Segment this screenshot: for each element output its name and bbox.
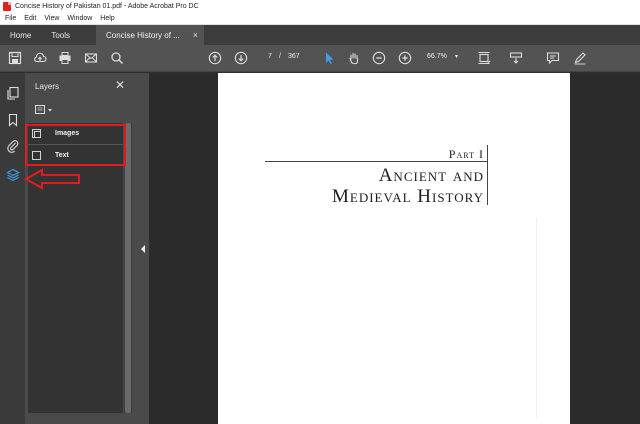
panel-splitter[interactable] [137, 73, 149, 424]
menu-edit[interactable]: Edit [24, 15, 36, 22]
panel-close-icon[interactable]: ✕ [115, 78, 125, 92]
scrollbar-thumb[interactable] [125, 123, 131, 413]
page-down-icon[interactable] [233, 50, 249, 66]
comment-icon[interactable] [545, 50, 561, 66]
annotation-highlight-box [25, 124, 126, 166]
hand-icon[interactable] [346, 50, 362, 66]
tab-document-label: Concise History of ... [106, 30, 180, 40]
select-cursor-icon[interactable] [321, 50, 337, 66]
navigation-rail [0, 73, 25, 424]
window-title: Concise History of Pakistan 01.pdf - Ado… [15, 2, 199, 10]
pdf-page: Part I Ancient and Medieval History [218, 73, 570, 424]
zoom-out-icon[interactable] [371, 50, 387, 66]
zoom-in-icon[interactable] [397, 50, 413, 66]
part-title-line-2: Medieval History [331, 186, 484, 207]
menu-help[interactable]: Help [100, 15, 114, 22]
options-menu-icon [35, 105, 52, 114]
scroll-mode-icon[interactable] [508, 50, 524, 66]
page-separator: / [279, 53, 281, 60]
menu-window[interactable]: Window [67, 15, 92, 22]
panel-title: Layers [35, 82, 60, 91]
cloud-upload-icon[interactable] [32, 50, 48, 66]
layers-list: Images Text [28, 123, 123, 413]
page-up-icon[interactable] [207, 50, 223, 66]
panel-scrollbar[interactable] [124, 123, 132, 413]
total-pages: 367 [288, 53, 300, 60]
acrobat-window: Concise History of Pakistan 01.pdf - Ado… [0, 0, 640, 424]
search-icon[interactable] [109, 50, 125, 66]
menu-view[interactable]: View [44, 15, 59, 22]
save-icon[interactable] [7, 50, 23, 66]
main-toolbar: 7 / 367 66.7% ▾ [0, 45, 640, 72]
pen-icon[interactable] [572, 50, 588, 66]
title-bar: Concise History of Pakistan 01.pdf - Ado… [0, 0, 640, 12]
attachment-icon[interactable] [5, 138, 21, 154]
collapse-panel-icon[interactable] [141, 245, 145, 253]
annotation-arrow [24, 168, 80, 190]
pdf-file-icon [3, 1, 11, 11]
tab-home[interactable]: Home [0, 25, 41, 45]
zoom-dropdown-icon[interactable]: ▾ [455, 53, 458, 60]
menu-file[interactable]: File [5, 15, 16, 22]
layers-icon[interactable] [5, 167, 21, 183]
bookmark-icon[interactable] [5, 112, 21, 128]
zoom-level[interactable]: 66.7% [427, 53, 447, 60]
page-fit-icon[interactable] [476, 50, 492, 66]
current-page-input[interactable]: 7 [264, 53, 276, 64]
print-icon[interactable] [57, 50, 73, 66]
menu-bar: File Edit View Window Help [0, 12, 640, 25]
scan-shadow [536, 218, 537, 418]
mail-icon[interactable] [83, 50, 99, 66]
part-label: Part I [448, 147, 484, 161]
tab-bar: Home Tools Concise History of ... × [0, 25, 640, 45]
tab-tools[interactable]: Tools [41, 25, 80, 45]
tab-close-icon[interactable]: × [193, 30, 198, 40]
part-title-line-1: Ancient and [378, 165, 484, 186]
tab-document[interactable]: Concise History of ... × [96, 25, 205, 45]
rule-vertical [487, 145, 488, 205]
page-thumbnails-icon[interactable] [5, 85, 21, 101]
document-viewer[interactable]: Part I Ancient and Medieval History [149, 73, 640, 424]
panel-options-button[interactable] [35, 104, 55, 116]
